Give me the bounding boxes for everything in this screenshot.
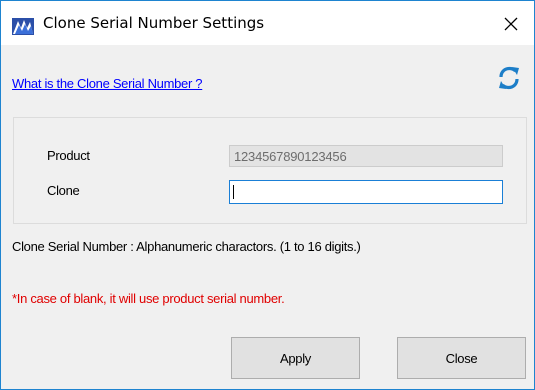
text-caret: [233, 185, 234, 199]
app-logo-icon: [12, 18, 34, 35]
blank-warning-text: *In case of blank, it will use product s…: [12, 291, 285, 306]
refresh-icon[interactable]: [497, 65, 521, 91]
help-link[interactable]: What is the Clone Serial Number ?: [12, 76, 203, 91]
clone-label: Clone: [47, 183, 80, 198]
product-label: Product: [47, 148, 90, 163]
clone-serial-input[interactable]: [229, 180, 503, 204]
serial-rule-text: Clone Serial Number : Alphanumeric chara…: [12, 239, 361, 254]
serial-group-box: [13, 117, 527, 224]
close-icon[interactable]: [494, 7, 528, 41]
window-title: Clone Serial Number Settings: [43, 14, 265, 32]
product-serial-field: [229, 145, 503, 167]
close-button[interactable]: Close: [397, 337, 526, 379]
apply-button[interactable]: Apply: [231, 337, 360, 379]
title-bar[interactable]: Clone Serial Number Settings: [1, 1, 534, 45]
dialog-window: Clone Serial Number Settings What is the…: [0, 0, 535, 390]
